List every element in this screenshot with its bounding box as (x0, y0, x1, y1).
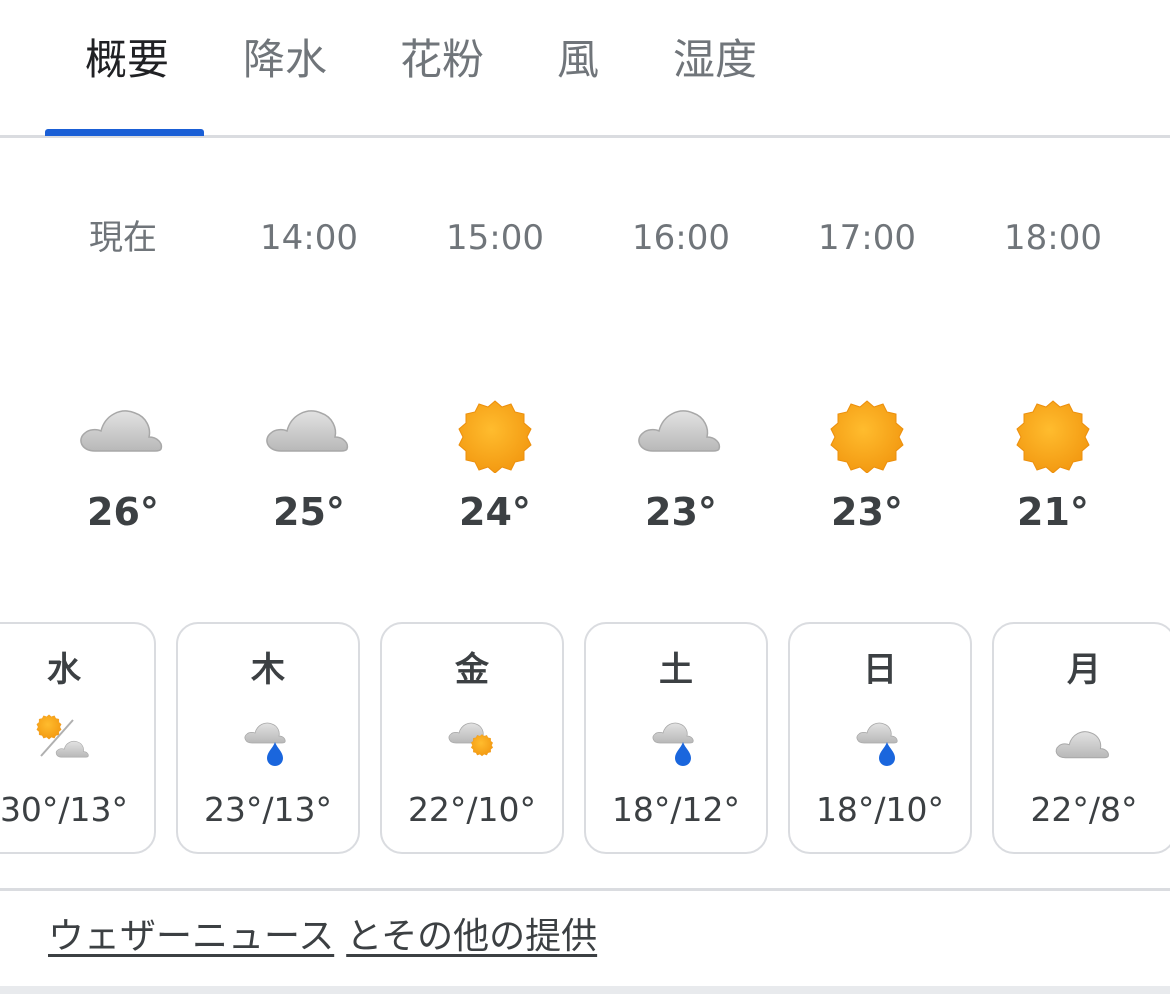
cloud-rain-icon (856, 722, 898, 766)
day-card-sat[interactable]: 土 18°/12° (584, 622, 768, 854)
tab-overview[interactable]: 概要 (85, 32, 169, 88)
hourly-item: 16:00 23° (588, 138, 774, 598)
tab-pollen[interactable]: 花粉 (400, 32, 484, 88)
daily-forecast: 水 30°/13° 木 23°/13° 金 22°/10° 土 18°/12° … (0, 622, 1170, 858)
hourly-item: 18:00 21° (960, 138, 1146, 598)
hour-temp: 23° (831, 490, 903, 534)
day-temp: 18°/10° (815, 790, 945, 829)
tab-wind[interactable]: 風 (557, 32, 599, 88)
hour-time: 17:00 (818, 218, 916, 258)
day-card-sun[interactable]: 日 18°/10° (788, 622, 972, 854)
hour-temp: 23° (645, 490, 717, 534)
day-card-wed[interactable]: 水 30°/13° (0, 622, 156, 854)
attribution: ウェザーニュース とその他の提供 (48, 912, 597, 962)
hour-temp: 25° (273, 490, 345, 534)
hour-temp: 24° (459, 490, 531, 534)
day-name: 土 (659, 650, 693, 690)
day-name: 木 (251, 650, 285, 690)
day-name: 月 (1067, 650, 1101, 690)
sun-icon (1016, 400, 1090, 473)
hourly-item: 14:00 25° (216, 138, 402, 598)
hour-time: 15:00 (446, 218, 544, 258)
tab-humidity[interactable]: 湿度 (673, 32, 757, 88)
active-tab-indicator (45, 129, 204, 136)
cloud-rain-icon (244, 722, 286, 766)
hourly-forecast: 現在 26° 14:00 25° 15:00 24° 16:00 23° 17:… (0, 138, 1170, 598)
cloud-icon (80, 410, 163, 452)
other-providers-link[interactable]: とその他の提供 (346, 916, 597, 957)
hour-time: 16:00 (632, 218, 730, 258)
cloud-icon (1055, 731, 1109, 759)
day-temp: 30°/13° (0, 790, 129, 829)
day-temp: 22°/10° (407, 790, 537, 829)
day-card-mon[interactable]: 月 22°/8° (992, 622, 1170, 854)
cloud-icon (266, 410, 349, 452)
tab-precipitation[interactable]: 降水 (243, 32, 327, 88)
hour-temp: 21° (1017, 490, 1089, 534)
sun-icon (458, 400, 532, 473)
day-name: 水 (47, 650, 81, 690)
day-card-fri[interactable]: 金 22°/10° (380, 622, 564, 854)
hour-time: 18:00 (1004, 218, 1102, 258)
weather-widget: 概要 降水 花粉 風 湿度 現在 26° 14:00 25° 15:00 24°… (0, 0, 1170, 994)
day-temp: 22°/8° (1030, 790, 1138, 829)
bottom-edge (0, 986, 1170, 994)
cloud-sun-icon (448, 722, 493, 757)
cloud-rain-icon (652, 722, 694, 766)
tab-bar: 概要 降水 花粉 風 湿度 (0, 0, 1170, 138)
hourly-item: 現在 26° (30, 138, 216, 598)
day-temp: 18°/12° (611, 790, 741, 829)
hour-temp: 26° (87, 490, 159, 534)
sun-then-cloud-icon (36, 714, 89, 758)
day-name: 金 (455, 650, 489, 690)
day-card-thu[interactable]: 木 23°/13° (176, 622, 360, 854)
day-name: 日 (863, 650, 897, 690)
cloud-icon (638, 410, 721, 452)
weathernews-link[interactable]: ウェザーニュース (48, 916, 334, 957)
day-temp: 23°/13° (203, 790, 333, 829)
footer-divider (0, 888, 1170, 891)
hour-time: 現在 (89, 218, 157, 258)
hourly-item: 15:00 24° (402, 138, 588, 598)
hour-time: 14:00 (260, 218, 358, 258)
hourly-item: 17:00 23° (774, 138, 960, 598)
sun-icon (830, 400, 904, 473)
